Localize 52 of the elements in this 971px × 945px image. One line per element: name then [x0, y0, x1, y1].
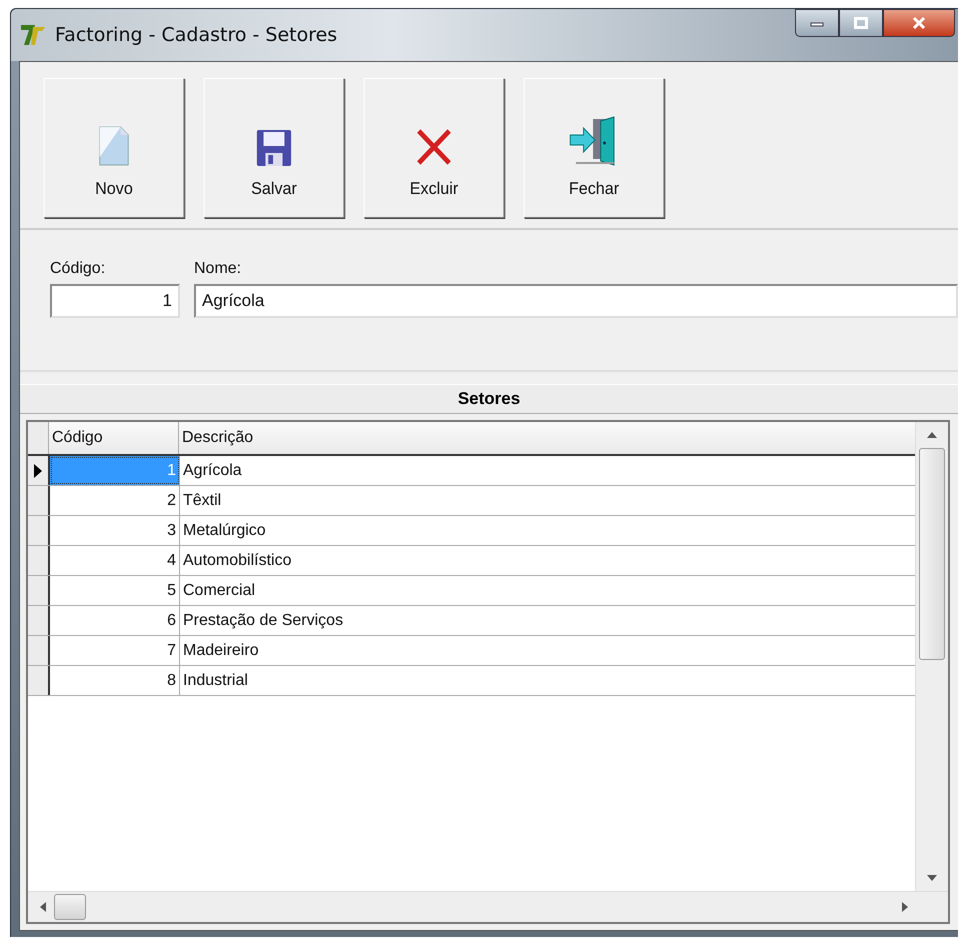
- scroll-left-icon[interactable]: [40, 902, 46, 912]
- table-cell: 2: [50, 486, 180, 515]
- window-title: Factoring - Cadastro - Setores: [55, 24, 338, 46]
- scroll-up-icon[interactable]: [927, 432, 937, 438]
- table-cell-text: Agrícola: [182, 461, 243, 481]
- code-field[interactable]: 1: [50, 284, 180, 318]
- file-icon: [98, 125, 130, 167]
- name-field[interactable]: Agrícola: [194, 284, 958, 318]
- scroll-thumb[interactable]: [54, 894, 86, 920]
- table-cell: 5: [50, 576, 180, 605]
- toolbar-button[interactable]: Salvar: [204, 78, 344, 218]
- table-cell-text: Automobilístico: [182, 551, 292, 571]
- toolbar-button[interactable]: Novo: [44, 78, 184, 218]
- table-cell-text: Metalúrgico: [182, 521, 267, 541]
- table-cell: 4: [50, 546, 180, 575]
- close-button[interactable]: [883, 9, 955, 37]
- maximize-button[interactable]: [839, 9, 883, 37]
- row-indicator[interactable]: [28, 606, 50, 635]
- table-cell: 1: [50, 456, 180, 485]
- cross-icon: [415, 127, 453, 167]
- close-icon: [911, 16, 927, 30]
- table-cell-text: Industrial: [182, 671, 249, 691]
- row-indicator[interactable]: [28, 576, 50, 605]
- row-header: [28, 422, 49, 454]
- scroll-thumb[interactable]: [919, 448, 945, 660]
- toolbar-button[interactable]: Excluir: [364, 78, 504, 218]
- toolbar-button[interactable]: Fechar: [524, 78, 664, 218]
- row-indicator[interactable]: [28, 486, 50, 515]
- horizontal-scrollbar[interactable]: [28, 891, 948, 922]
- table-cell: 6: [50, 606, 180, 635]
- table-cell-text: Comercial: [182, 581, 256, 601]
- maximize-icon: [854, 17, 868, 29]
- table-cell-text: Prestação de Serviços: [182, 611, 344, 631]
- row-indicator[interactable]: [28, 516, 50, 545]
- minimize-button[interactable]: [795, 9, 839, 37]
- column-header[interactable]: Código: [49, 422, 179, 454]
- table-cell: 8: [50, 666, 180, 695]
- vertical-scrollbar[interactable]: [915, 422, 948, 891]
- table-cell: 7: [50, 636, 180, 665]
- row-indicator[interactable]: [28, 546, 50, 575]
- row-indicator[interactable]: [28, 456, 50, 485]
- field-label: Código:: [50, 260, 106, 278]
- row-indicator[interactable]: [28, 666, 50, 695]
- scroll-right-icon[interactable]: [902, 902, 908, 912]
- row-indicator[interactable]: [28, 636, 50, 665]
- table-cell-text: Têxtil: [182, 491, 222, 511]
- grid-title: Setores: [20, 384, 958, 414]
- table-cell-text: Madeireiro: [182, 641, 260, 661]
- field-label: Nome:: [194, 260, 242, 278]
- column-header[interactable]: Descrição: [179, 422, 915, 454]
- scroll-down-icon[interactable]: [927, 875, 937, 881]
- table-cell: 3: [50, 516, 180, 545]
